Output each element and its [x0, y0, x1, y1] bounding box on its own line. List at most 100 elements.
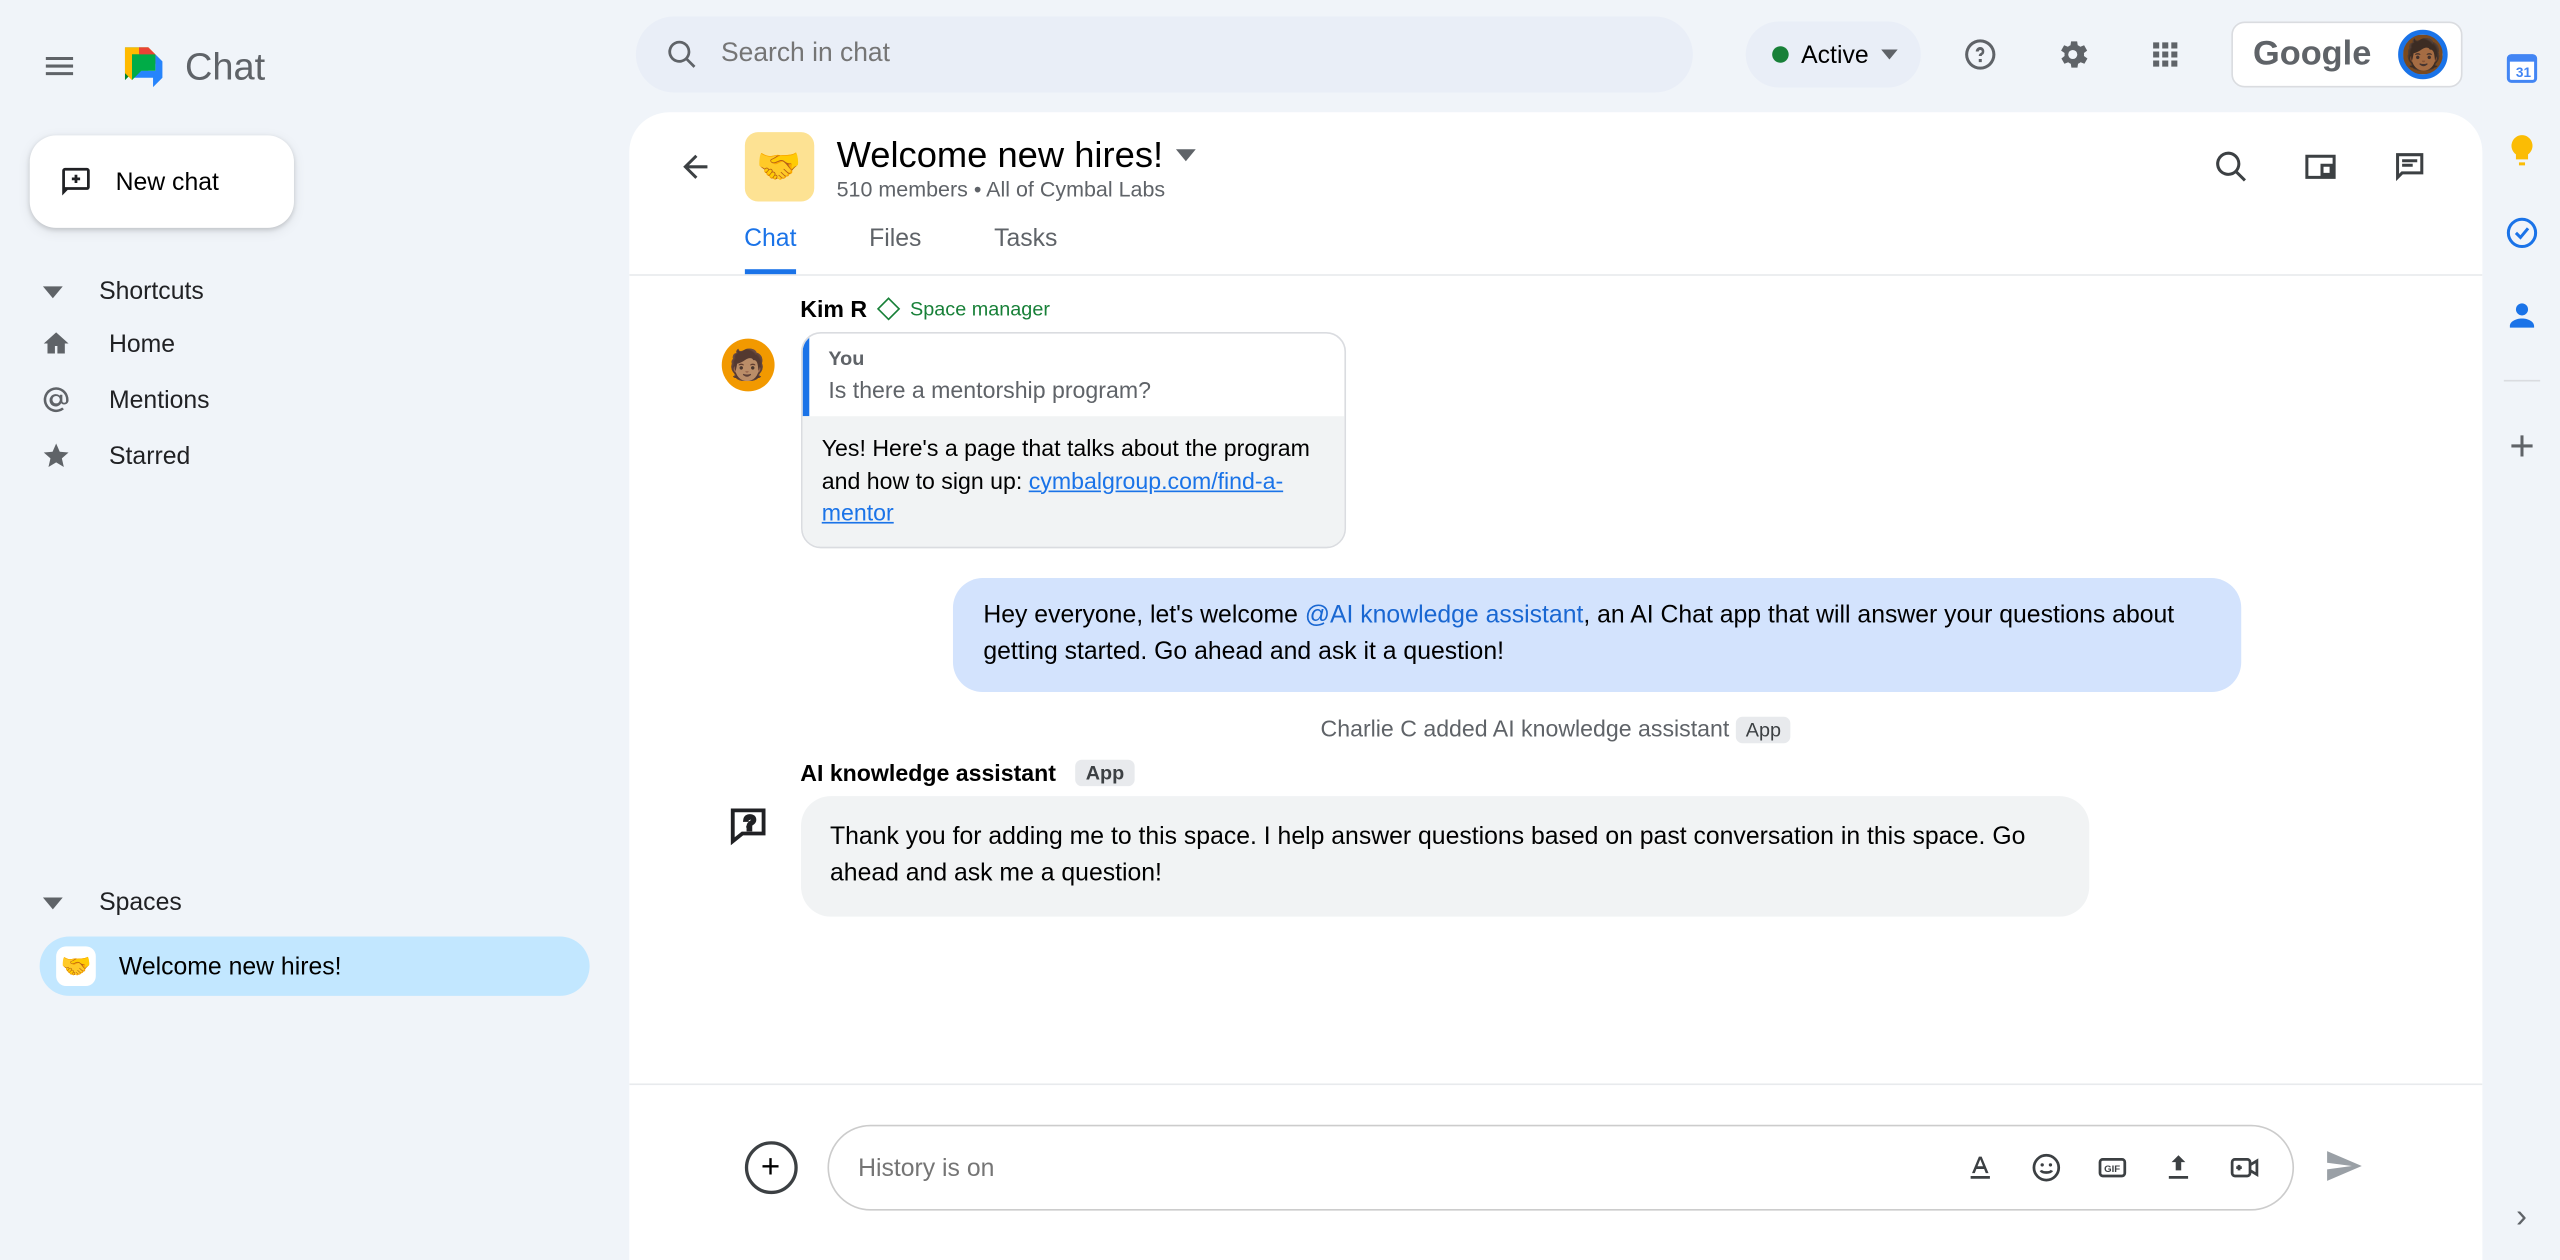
- compose-add-button[interactable]: +: [744, 1141, 797, 1194]
- contacts-button[interactable]: [2503, 297, 2539, 333]
- message-self: Hey everyone, let's welcome @AI knowledg…: [954, 578, 2242, 692]
- space-emoji-icon: 🤝: [56, 946, 96, 986]
- status-chip[interactable]: Active: [1745, 21, 1921, 87]
- gif-button[interactable]: GIF: [2095, 1150, 2131, 1186]
- chevron-down-icon: [43, 282, 63, 302]
- app-badge: App: [1736, 716, 1791, 742]
- space-search-button[interactable]: [2199, 134, 2265, 200]
- space-card: 🤝 Welcome new hires! 510 members • All o…: [629, 112, 2484, 1260]
- message-text: Thank you for adding me to this space. I…: [800, 796, 2088, 917]
- search-input[interactable]: [721, 40, 1662, 70]
- thread-panel-button[interactable]: [2377, 134, 2443, 200]
- person-icon: [2503, 297, 2539, 333]
- emoji-button[interactable]: [2029, 1150, 2065, 1186]
- space-item-label: Welcome new hires!: [119, 952, 342, 980]
- upload-button[interactable]: [2161, 1150, 2197, 1186]
- chat-lines-icon: [2392, 149, 2428, 185]
- status-dot-icon: [1771, 46, 1788, 63]
- plus-icon: [2503, 428, 2539, 464]
- search-icon: [665, 38, 698, 71]
- space-emoji-badge: 🤝: [744, 132, 813, 201]
- svg-text:GIF: GIF: [2105, 1164, 2121, 1175]
- sidebar-item-mentions[interactable]: Mentions: [0, 372, 629, 428]
- svg-text:?: ?: [744, 813, 755, 834]
- collapse-panel-button[interactable]: ›: [2516, 1199, 2527, 1237]
- chevron-down-icon: [1176, 148, 1196, 161]
- chat-logo[interactable]: Chat: [116, 38, 266, 94]
- pip-icon: [2303, 149, 2339, 185]
- send-button[interactable]: [2324, 1146, 2367, 1189]
- arrow-back-icon: [676, 149, 712, 185]
- picture-in-picture-button[interactable]: [2288, 134, 2354, 200]
- side-panel: 31 ›: [2483, 0, 2560, 1260]
- calendar-icon: 31: [2503, 50, 2539, 86]
- back-button[interactable]: [668, 140, 721, 193]
- tasks-button[interactable]: [2503, 215, 2539, 251]
- format-button[interactable]: [1963, 1150, 1999, 1186]
- apps-button[interactable]: [2133, 21, 2199, 87]
- mention[interactable]: @AI knowledge assistant: [1305, 601, 1584, 629]
- space-tabs: Chat Files Tasks: [629, 201, 2484, 275]
- tab-chat[interactable]: Chat: [744, 225, 796, 275]
- svg-text:31: 31: [2515, 65, 2531, 80]
- question-bubble-icon: ?: [724, 802, 770, 848]
- settings-button[interactable]: [2040, 21, 2106, 87]
- bot-avatar: ?: [721, 799, 774, 852]
- topbar: Active Google 🧑🏾: [629, 0, 2484, 112]
- tasks-icon: [2503, 215, 2539, 251]
- main-menu-button[interactable]: [23, 30, 96, 103]
- home-icon: [40, 327, 73, 360]
- spaces-header[interactable]: Spaces: [0, 879, 629, 927]
- apps-grid-icon: [2148, 36, 2184, 72]
- text-format-icon: [1964, 1151, 1997, 1184]
- space-title[interactable]: Welcome new hires!: [837, 133, 1197, 176]
- meet-button[interactable]: [2227, 1150, 2263, 1186]
- tab-files[interactable]: Files: [869, 225, 921, 275]
- compose-input[interactable]: [858, 1154, 1933, 1182]
- plus-icon: +: [761, 1149, 780, 1187]
- space-subtitle: 510 members • All of Cymbal Labs: [837, 176, 1197, 201]
- sender-name: AI knowledge assistant: [800, 759, 1056, 785]
- video-add-icon: [2229, 1151, 2262, 1184]
- menu-icon: [41, 48, 77, 84]
- avatar: 🧑🏽: [721, 339, 774, 392]
- space-manager-diamond-icon: [877, 297, 900, 320]
- tab-tasks[interactable]: Tasks: [994, 225, 1057, 275]
- shortcuts-header[interactable]: Shortcuts: [0, 268, 629, 316]
- new-chat-label: New chat: [116, 168, 219, 196]
- new-chat-button[interactable]: New chat: [30, 135, 294, 227]
- search-icon: [2214, 149, 2250, 185]
- keep-icon: [2503, 132, 2539, 168]
- quoted-reply: You Is there a mentorship program? Yes! …: [800, 332, 1345, 548]
- quote-author: You: [828, 347, 1323, 370]
- chevron-down-icon: [43, 893, 63, 913]
- google-account-chip[interactable]: Google 🧑🏾: [2232, 21, 2463, 87]
- space-item-welcome-new-hires[interactable]: 🤝 Welcome new hires!: [40, 936, 589, 995]
- calendar-button[interactable]: 31: [2503, 50, 2539, 86]
- compose-bar: GIF: [827, 1125, 2295, 1211]
- new-chat-icon: [59, 165, 92, 198]
- system-message: Charlie C added AI knowledge assistantAp…: [721, 715, 2391, 743]
- chevron-down-icon: [1882, 50, 1899, 60]
- message-text: Yes! Here's a page that talks about the …: [802, 416, 1344, 546]
- sender-role: Space manager: [910, 297, 1050, 320]
- message-kim: 🧑🏽 Kim R Space manager You Is there a me…: [721, 296, 2391, 548]
- keep-button[interactable]: [2503, 132, 2539, 168]
- send-icon: [2324, 1146, 2364, 1186]
- sender-name: Kim R: [800, 296, 867, 322]
- gif-icon: GIF: [2097, 1151, 2130, 1184]
- quote-text: Is there a mentorship program?: [828, 377, 1323, 403]
- mention-icon: [40, 383, 73, 416]
- addons-button[interactable]: [2503, 428, 2539, 464]
- upload-icon: [2163, 1151, 2196, 1184]
- avatar: 🧑🏾: [2399, 30, 2449, 80]
- help-button[interactable]: [1948, 21, 2014, 87]
- app-badge: App: [1076, 759, 1134, 785]
- sidebar-item-home[interactable]: Home: [0, 315, 629, 371]
- sidebar-item-starred[interactable]: Starred: [0, 428, 629, 484]
- left-sidebar: Chat New chat Shortcuts Home Mentions St…: [0, 0, 629, 1260]
- help-icon: [1963, 36, 1999, 72]
- search-bar[interactable]: [635, 17, 1692, 93]
- chat-app-name: Chat: [185, 44, 265, 89]
- emoji-icon: [2030, 1151, 2063, 1184]
